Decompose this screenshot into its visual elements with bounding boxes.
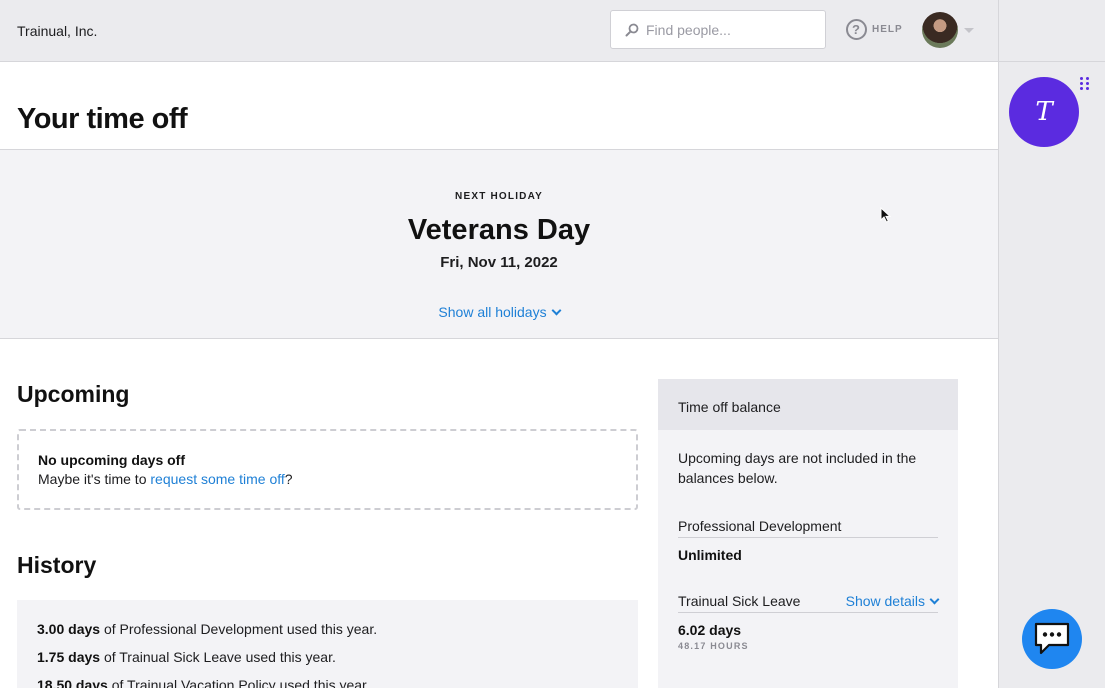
history-row: 3.00 days of Professional Development us… [37,621,618,637]
time-off-balance-panel: Time off balance Upcoming days are not i… [658,379,958,688]
top-bar: Trainual, Inc. ? HELP [0,0,998,62]
rail-header [999,0,1105,62]
next-holiday-panel: NEXT HOLIDAY Veterans Day Fri, Nov 11, 2… [0,149,998,339]
holiday-name: Veterans Day [407,214,591,246]
search-icon [625,23,639,36]
history-text: of Trainual Sick Leave used this year. [100,649,336,665]
balance-item-sick-leave: Trainual Sick Leave Show details 6.02 da… [678,593,940,651]
avatar[interactable] [922,12,958,48]
help-button[interactable]: ? HELP [846,19,903,40]
history-row: 18.50 days of Trainual Vacation Policy u… [37,677,618,688]
history-text: of Trainual Vacation Policy used this ye… [107,677,370,688]
show-all-holidays-link[interactable]: Show all holidays [0,304,998,320]
balance-item-value: 6.02 days [678,622,742,638]
user-menu[interactable] [922,12,974,48]
balance-item-hours: 48.17 HOURS [678,641,749,651]
search-input[interactable] [646,21,806,38]
question-circle-icon: ? [846,19,867,40]
history-amount: 1.75 days [37,649,101,665]
chevron-down-icon [929,594,940,605]
company-name[interactable]: Trainual, Inc. [17,23,97,39]
history-amount: 18.50 days [37,677,108,688]
chat-button[interactable] [1022,609,1082,669]
empty-title: No upcoming days off [38,452,185,468]
chevron-down-icon [964,27,974,33]
chevron-down-icon [551,305,562,316]
history-heading: History [17,552,97,578]
holiday-date: Fri, Nov 11, 2022 [440,254,558,271]
history-row: 1.75 days of Trainual Sick Leave used th… [37,649,618,665]
drag-handle-icon[interactable] [1080,77,1090,90]
balance-item-header: Trainual Sick Leave Show details [678,593,940,613]
show-details-label: Show details [845,593,925,609]
chat-bubble-icon [1034,622,1070,655]
help-label: HELP [872,24,903,35]
balance-item-value: Unlimited [678,547,742,563]
show-all-holidays-label: Show all holidays [438,304,547,320]
trainual-logo-icon[interactable]: T [1009,77,1079,147]
balance-item-header: Professional Development [678,518,938,538]
history-list: 3.00 days of Professional Development us… [17,600,638,688]
balance-item-professional-development: Professional Development Unlimited [678,518,938,563]
upcoming-empty-state: No upcoming days off Maybe it's time to … [17,429,638,510]
prompt-text: Maybe it's time to [38,471,151,487]
balance-note: Upcoming days are not included in the ba… [678,450,917,486]
prompt-suffix: ? [284,471,293,487]
history-text: of Professional Development used this ye… [100,621,378,637]
balance-item-name: Trainual Sick Leave [678,593,801,609]
mouse-cursor-icon [880,207,892,223]
empty-prompt: Maybe it's time to request some time off… [38,471,617,487]
request-time-off-link[interactable]: request some time off [150,471,284,487]
search-box[interactable] [610,10,826,49]
upcoming-heading: Upcoming [17,381,130,407]
balance-item-name: Professional Development [678,518,842,534]
page-title: Your time off [17,103,188,135]
right-rail: T [998,0,1105,688]
history-amount: 3.00 days [37,621,101,637]
next-holiday-label: NEXT HOLIDAY [455,191,543,202]
balance-title: Time off balance [658,379,958,430]
show-details-link[interactable]: Show details [845,593,940,609]
